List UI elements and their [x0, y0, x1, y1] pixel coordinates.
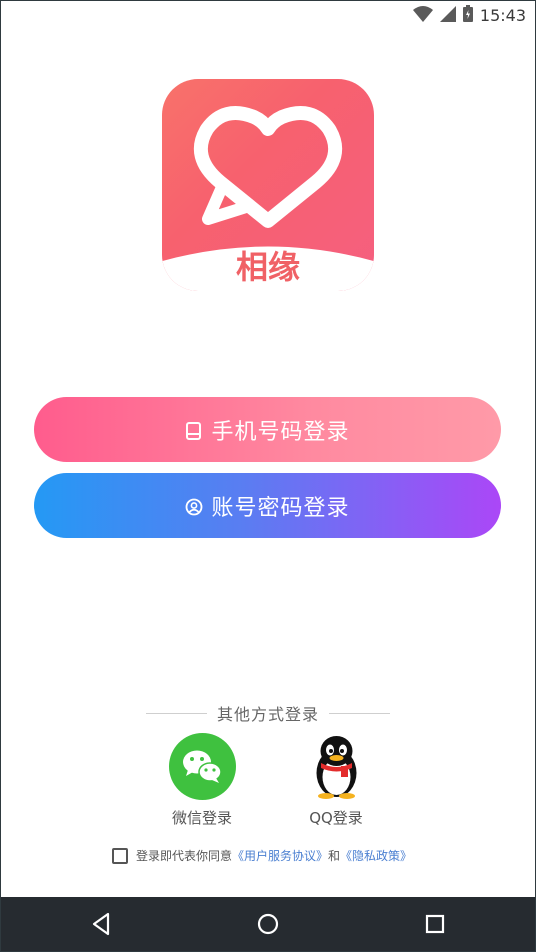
app-logo: 相缘	[162, 79, 374, 291]
agreement-checkbox[interactable]	[112, 847, 128, 864]
qq-login-button[interactable]: QQ登录	[291, 733, 381, 828]
back-icon[interactable]	[88, 910, 116, 938]
agreement-row: 登录即代表你同意 《用户服务协议》 和 《隐私政策》	[112, 847, 412, 864]
divider-line-right	[329, 712, 391, 714]
app-name: 相缘	[235, 248, 300, 286]
qq-login-label: QQ登录	[309, 809, 363, 827]
wechat-login-label: 微信登录	[171, 809, 232, 827]
recents-icon[interactable]	[421, 910, 449, 938]
wifi-icon	[412, 5, 433, 26]
agreement-prefix: 登录即代表你同意	[136, 849, 233, 863]
wechat-login-button[interactable]: 微信登录	[157, 733, 247, 828]
status-icons: 15:43	[412, 5, 526, 26]
user-icon	[185, 497, 203, 515]
qq-penguin-icon	[303, 733, 370, 800]
divider-line-left	[146, 712, 207, 714]
other-login-title: 其他方式登录	[217, 705, 320, 724]
status-time: 15:43	[479, 6, 526, 25]
phone-login-button[interactable]: 手机号码登录	[34, 397, 501, 462]
phone-icon	[185, 421, 203, 440]
account-login-button[interactable]: 账号密码登录	[34, 473, 501, 538]
home-icon[interactable]	[254, 910, 282, 938]
agreement-and: 和	[328, 849, 341, 863]
signal-icon	[439, 5, 456, 26]
battery-icon	[462, 5, 473, 26]
other-login-divider: 其他方式登录	[146, 702, 391, 724]
user-agreement-link[interactable]: 《用户服务协议》	[232, 847, 328, 864]
status-bar: 15:43	[0, 0, 536, 30]
wechat-icon	[168, 733, 236, 800]
phone-login-label: 手机号码登录	[211, 419, 350, 445]
account-login-label: 账号密码登录	[211, 495, 350, 521]
privacy-policy-link[interactable]: 《隐私政策》	[340, 847, 412, 864]
navigation-bar	[0, 897, 536, 952]
